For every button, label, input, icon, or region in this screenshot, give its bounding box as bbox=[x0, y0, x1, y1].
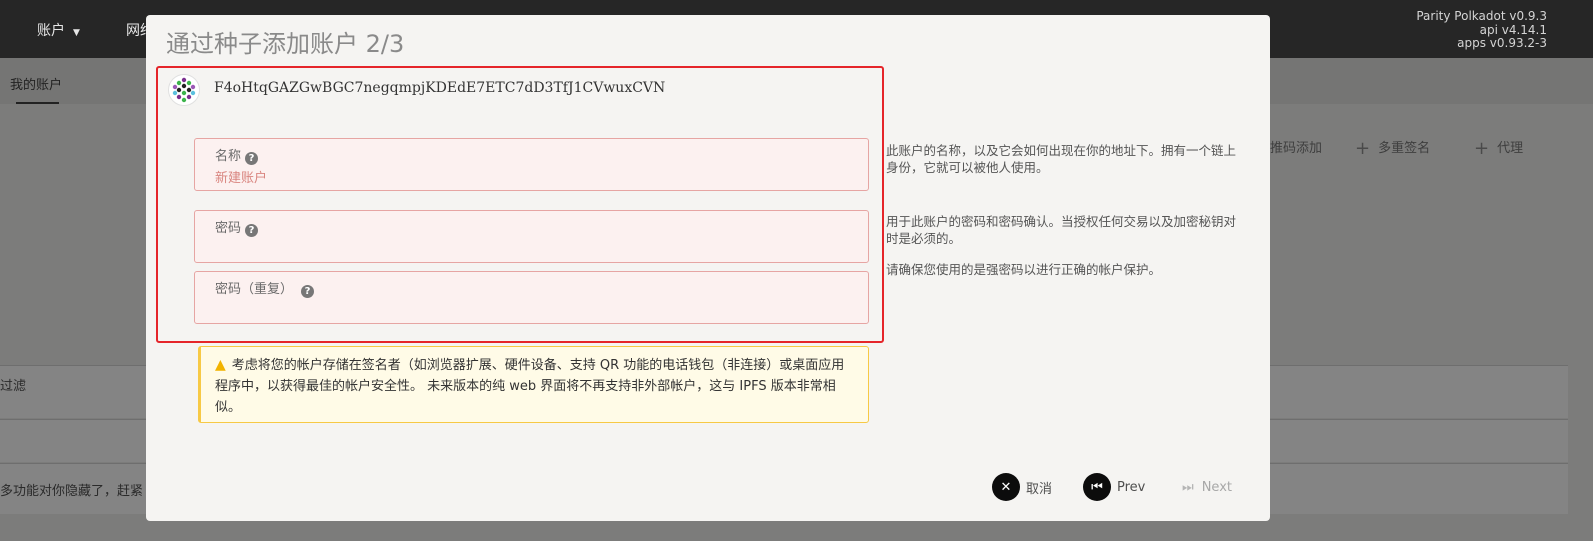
add-account-modal: 通过种子添加账户 2/3 F4oHtqGAZGwBGC7negqmpjKDEdE… bbox=[146, 15, 1270, 521]
password-field-label: 密码? bbox=[215, 217, 259, 237]
help-icon[interactable]: ? bbox=[301, 285, 315, 298]
plus-icon: + bbox=[1355, 138, 1371, 159]
version-info: Parity Polkadot v0.9.3 api v4.14.1 apps … bbox=[1416, 9, 1547, 51]
cancel-button[interactable]: ✕ 取消 bbox=[992, 473, 1052, 501]
warning-text: ▲ 考虑将您的帐户存储在签名者（如浏览器扩展、硬件设备、支持 QR 功能的电话钱包… bbox=[215, 355, 855, 418]
security-warning: ▲ 考虑将您的帐户存储在签名者（如浏览器扩展、硬件设备、支持 QR 功能的电话钱包… bbox=[198, 346, 869, 423]
prev-button[interactable]: ⏮ Prev bbox=[1083, 473, 1145, 501]
name-input[interactable]: 新建账户 bbox=[215, 167, 267, 186]
proxy-button[interactable]: + 代理 bbox=[1474, 137, 1523, 159]
password-repeat-field[interactable]: 密码（重复）? bbox=[194, 271, 869, 324]
help-icon[interactable]: ? bbox=[245, 152, 259, 165]
hidden-features-notice: 多功能对你隐藏了，赶紧 bbox=[0, 484, 144, 499]
warning-message: 考虑将您的帐户存储在签名者（如浏览器扩展、硬件设备、支持 QR 功能的电话钱包（… bbox=[215, 358, 845, 415]
tab-my-accounts[interactable]: 我的账户 bbox=[10, 74, 62, 93]
name-field[interactable]: 名称? 新建账户 bbox=[194, 138, 869, 191]
modal-title: 通过种子添加账户 2/3 bbox=[166, 30, 405, 58]
cancel-label: 取消 bbox=[1026, 481, 1053, 497]
next-icon: ⏭ bbox=[1182, 479, 1194, 495]
name-label-text: 名称 bbox=[215, 149, 242, 164]
multisig-button[interactable]: + 多重签名 bbox=[1355, 137, 1430, 159]
password-input[interactable] bbox=[215, 239, 835, 257]
password-hint: 用于此账户的密码和密码确认。当授权任何交易以及加密秘钥对时是必须的。 bbox=[886, 214, 1237, 246]
close-icon: ✕ bbox=[992, 473, 1020, 501]
nav-accounts-label: 账户 bbox=[37, 23, 65, 39]
add-via-qr-label: 推码添加 bbox=[1270, 141, 1323, 156]
name-field-label: 名称? bbox=[215, 145, 259, 165]
identicon[interactable] bbox=[168, 74, 200, 106]
nav-accounts[interactable]: 账户 ▼ bbox=[37, 20, 80, 40]
version-apps: apps v0.93.2-3 bbox=[1457, 36, 1547, 50]
version-api: api v4.14.1 bbox=[1479, 22, 1547, 37]
help-icon[interactable]: ? bbox=[245, 224, 259, 237]
prev-label: Prev bbox=[1117, 479, 1146, 495]
password-repeat-label-text: 密码（重复） bbox=[215, 282, 294, 297]
tab-active-indicator bbox=[16, 102, 59, 104]
password-label-text: 密码 bbox=[215, 221, 242, 236]
caret-down-icon: ▼ bbox=[73, 28, 80, 38]
password-repeat-field-label: 密码（重复）? bbox=[215, 278, 315, 298]
prev-icon: ⏮ bbox=[1083, 473, 1111, 501]
next-label: Next bbox=[1201, 479, 1232, 495]
multisig-label: 多重签名 bbox=[1378, 141, 1431, 156]
proxy-label: 代理 bbox=[1497, 141, 1524, 156]
plus-icon: + bbox=[1474, 138, 1490, 159]
password-repeat-input[interactable] bbox=[215, 300, 835, 318]
filter-label[interactable]: 过滤 bbox=[0, 375, 26, 394]
name-hint: 此账户的名称，以及它会如何出现在你的地址下。拥有一个链上身份，它就可以被他人使用… bbox=[886, 143, 1237, 175]
account-address: F4oHtqGAZGwBGC7negqmpjKDEdE7ETC7dD3TfJ1C… bbox=[214, 80, 666, 96]
warning-icon: ▲ bbox=[215, 357, 226, 373]
version-node: Parity Polkadot v0.9.3 bbox=[1416, 9, 1547, 23]
password-field[interactable]: 密码? bbox=[194, 210, 869, 263]
password-strength-hint: 请确保您使用的是强密码以进行正确的帐户保护。 bbox=[886, 262, 1162, 277]
add-via-qr-button[interactable]: 推码添加 bbox=[1270, 137, 1322, 156]
next-button[interactable]: ⏭ Next bbox=[1182, 473, 1232, 501]
